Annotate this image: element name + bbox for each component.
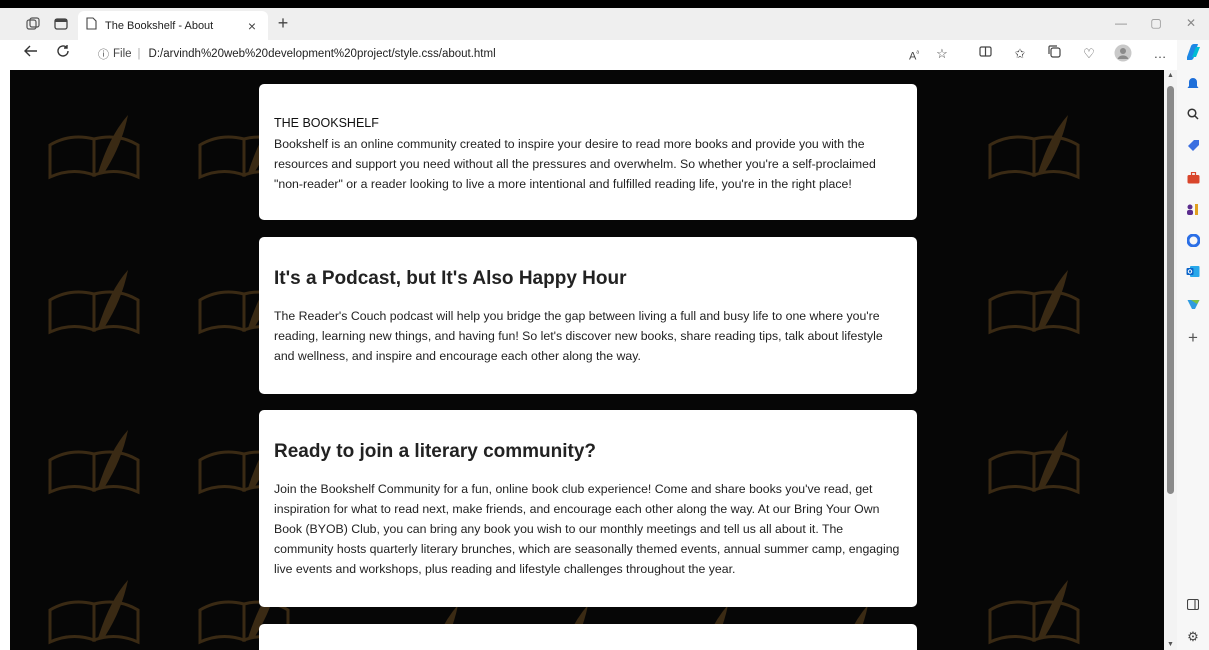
window-top-edge (0, 0, 1209, 8)
workspaces-icon[interactable] (22, 13, 44, 35)
new-tab-button[interactable]: + (272, 13, 294, 34)
restore-button[interactable]: ▢ (1141, 16, 1171, 30)
copilot-icon[interactable] (1183, 43, 1203, 63)
info-icon[interactable]: ⓘ (98, 46, 109, 62)
edge-sidebar: + ⚙ (1177, 40, 1209, 650)
back-arrow-icon[interactable] (20, 43, 42, 65)
podcast-card: It's a Podcast, but It's Also Happy Hour… (259, 237, 917, 394)
collections-icon[interactable] (1044, 44, 1064, 64)
scroll-thumb[interactable] (1167, 86, 1174, 494)
url-text: D:/arvindh%20web%20development%20project… (148, 48, 496, 60)
settings-icon[interactable]: ⚙ (1183, 627, 1203, 647)
designer-icon[interactable] (1183, 296, 1203, 316)
tag-icon[interactable] (1183, 138, 1203, 158)
refresh-icon[interactable] (52, 43, 74, 65)
outlook-icon[interactable] (1183, 264, 1203, 284)
vertical-scrollbar[interactable]: ▲ ▼ (1164, 70, 1177, 650)
profile-icon[interactable] (1113, 44, 1133, 64)
tab-about[interactable]: The Bookshelf - About × (78, 11, 268, 40)
url-separator: | (137, 48, 141, 60)
extensions-icon[interactable]: ♡ (1079, 44, 1099, 64)
community-card: Ready to join a literary community? Join… (259, 410, 917, 607)
url-field[interactable]: ⓘ File | D:/arvindh%20web%20development%… (88, 42, 960, 66)
read-aloud-icon[interactable]: Aᵃ (904, 44, 924, 64)
bell-icon[interactable] (1183, 76, 1203, 96)
favorite-star-icon[interactable]: ☆ (932, 44, 952, 64)
favorites-icon[interactable]: ✩ (1010, 44, 1030, 64)
bookshelf-title: THE BOOKSHELF (274, 116, 379, 130)
podcast-text: The Reader's Couch podcast will help you… (274, 309, 883, 363)
page-icon (86, 16, 97, 35)
url-scheme: File (113, 48, 132, 60)
address-bar: ⓘ File | D:/arvindh%20web%20development%… (0, 40, 1209, 68)
tab-close-button[interactable]: × (244, 18, 260, 34)
podcast-heading: It's a Podcast, but It's Also Happy Hour (274, 268, 627, 289)
tab-bar: The Bookshelf - About × + — ▢ ✕ (0, 8, 1209, 40)
people-icon[interactable] (1183, 202, 1203, 222)
split-screen-icon[interactable] (975, 44, 995, 64)
intro-text: Bookshelf is an online community created… (274, 137, 876, 191)
sidebar-toggle-icon[interactable] (1183, 596, 1203, 616)
office-icon[interactable] (1183, 233, 1203, 253)
community-heading: Ready to join a literary community? (274, 441, 597, 462)
tab-title: The Bookshelf - About (105, 19, 214, 32)
tab-actions-icon[interactable] (50, 13, 72, 35)
search-icon[interactable] (1183, 106, 1203, 126)
scroll-down-arrow-icon[interactable]: ▼ (1167, 641, 1174, 648)
minimize-button[interactable]: — (1106, 16, 1136, 30)
intro-card: THE BOOKSHELF Bookshelf is an online com… (259, 84, 917, 220)
close-window-button[interactable]: ✕ (1176, 16, 1206, 30)
more-menu-button[interactable]: … (1150, 44, 1170, 64)
page-viewport: THE BOOKSHELF Bookshelf is an online com… (10, 70, 1164, 650)
toolbox-icon[interactable] (1183, 170, 1203, 190)
community-text: Join the Bookshelf Community for a fun, … (274, 482, 900, 576)
add-icon[interactable]: + (1183, 328, 1203, 348)
scroll-up-arrow-icon[interactable]: ▲ (1167, 72, 1174, 79)
next-card (259, 624, 917, 650)
